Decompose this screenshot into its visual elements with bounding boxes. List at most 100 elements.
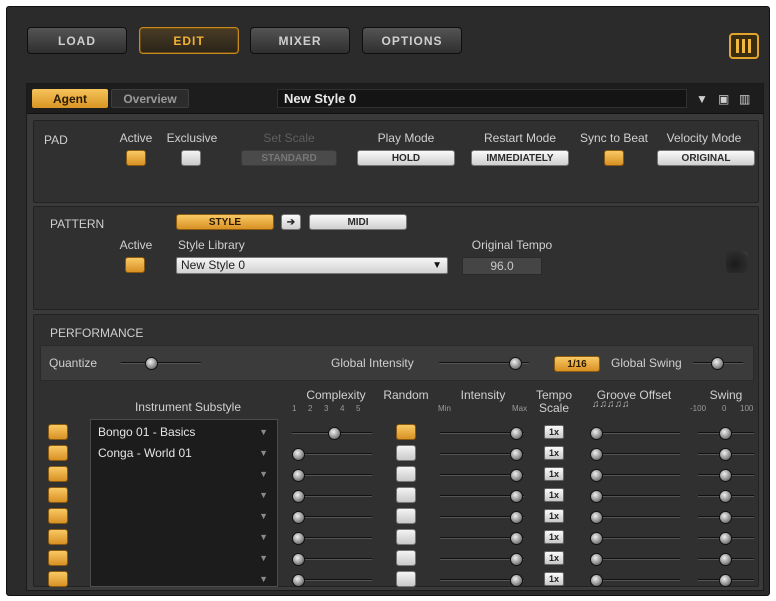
swing-slider[interactable] xyxy=(698,427,754,440)
complexity-slider[interactable] xyxy=(292,574,372,587)
tempo-scale-button[interactable]: 1x xyxy=(544,509,564,523)
slider-knob[interactable] xyxy=(719,511,732,524)
slider-knob[interactable] xyxy=(292,574,305,587)
slider-knob[interactable] xyxy=(719,574,732,587)
intensity-slider[interactable] xyxy=(440,427,524,440)
groove-offset-slider[interactable] xyxy=(590,532,680,545)
slider-knob[interactable] xyxy=(590,490,603,503)
slider-knob[interactable] xyxy=(719,448,732,461)
slider-knob[interactable] xyxy=(590,448,603,461)
exclusive-toggle[interactable] xyxy=(181,150,201,166)
random-toggle[interactable] xyxy=(396,487,416,503)
arrow-right-icon[interactable]: ➔ xyxy=(281,214,301,230)
instrument-active-toggle[interactable] xyxy=(48,466,68,482)
slider-knob[interactable] xyxy=(510,511,523,524)
midi-button[interactable]: MIDI xyxy=(309,214,407,230)
complexity-slider[interactable] xyxy=(292,511,372,524)
instrument-active-toggle[interactable] xyxy=(48,550,68,566)
random-toggle[interactable] xyxy=(396,508,416,524)
instrument-substyle-select[interactable]: Conga - World 01 ▼ xyxy=(94,443,272,463)
groove-offset-slider[interactable] xyxy=(590,490,680,503)
complexity-slider[interactable] xyxy=(292,448,372,461)
groove-offset-slider[interactable] xyxy=(590,511,680,524)
instrument-active-toggle[interactable] xyxy=(48,529,68,545)
instrument-active-toggle[interactable] xyxy=(48,508,68,524)
slider-knob[interactable] xyxy=(510,448,523,461)
instrument-substyle-select[interactable]: ▼ xyxy=(94,485,272,505)
tempo-scale-button[interactable]: 1x xyxy=(544,425,564,439)
slider-knob[interactable] xyxy=(510,469,523,482)
pattern-active-toggle[interactable] xyxy=(125,257,145,273)
slider-knob[interactable] xyxy=(292,532,305,545)
triangle-down-icon[interactable]: ▼ xyxy=(696,92,708,106)
random-toggle[interactable] xyxy=(396,445,416,461)
scale-button[interactable]: STANDARD xyxy=(241,150,337,166)
groove-offset-slider[interactable] xyxy=(590,448,680,461)
slider-knob[interactable] xyxy=(509,357,522,370)
keyboard-logo-button[interactable] xyxy=(729,33,759,59)
drop-zone-icon[interactable] xyxy=(726,251,748,273)
slider-knob[interactable] xyxy=(719,490,732,503)
slider-knob[interactable] xyxy=(292,448,305,461)
intensity-slider[interactable] xyxy=(440,532,524,545)
groove-offset-slider[interactable] xyxy=(590,574,680,587)
slider-knob[interactable] xyxy=(510,490,523,503)
slider-knob[interactable] xyxy=(510,553,523,566)
complexity-slider[interactable] xyxy=(292,553,372,566)
slider-knob[interactable] xyxy=(711,357,724,370)
instrument-substyle-select[interactable]: ▼ xyxy=(94,464,272,484)
instrument-substyle-select[interactable]: ▼ xyxy=(94,527,272,547)
swing-slider[interactable] xyxy=(698,532,754,545)
style-name-field[interactable]: New Style 0 xyxy=(277,89,687,108)
mixer-button[interactable]: MIXER xyxy=(250,27,350,54)
instrument-substyle-select[interactable]: ▼ xyxy=(94,506,272,526)
save-icon[interactable]: ▣ xyxy=(718,92,729,106)
play-mode-button[interactable]: HOLD xyxy=(357,150,455,166)
instrument-active-toggle[interactable] xyxy=(48,445,68,461)
tempo-scale-button[interactable]: 1x xyxy=(544,572,564,586)
intensity-slider[interactable] xyxy=(440,574,524,587)
instrument-substyle-select[interactable]: Bongo 01 - Basics ▼ xyxy=(94,422,272,442)
random-toggle[interactable] xyxy=(396,466,416,482)
slider-knob[interactable] xyxy=(719,532,732,545)
slider-knob[interactable] xyxy=(590,469,603,482)
style-library-dropdown[interactable]: New Style 0 ▼ xyxy=(176,257,448,274)
load-button[interactable]: LOAD xyxy=(27,27,127,54)
swing-slider[interactable] xyxy=(698,469,754,482)
slider-knob[interactable] xyxy=(590,553,603,566)
intensity-slider[interactable] xyxy=(440,448,524,461)
groove-offset-slider[interactable] xyxy=(590,469,680,482)
instrument-substyle-select[interactable]: ▼ xyxy=(94,548,272,568)
slider-knob[interactable] xyxy=(510,574,523,587)
options-button[interactable]: OPTIONS xyxy=(362,27,462,54)
complexity-slider[interactable] xyxy=(292,469,372,482)
slider-knob[interactable] xyxy=(145,357,158,370)
trash-icon[interactable]: ▥ xyxy=(739,92,750,106)
intensity-slider[interactable] xyxy=(440,490,524,503)
swing-slider[interactable] xyxy=(698,553,754,566)
global-intensity-slider[interactable] xyxy=(439,357,529,370)
complexity-slider[interactable] xyxy=(292,532,372,545)
slider-knob[interactable] xyxy=(590,511,603,524)
slider-knob[interactable] xyxy=(292,511,305,524)
grid-button[interactable]: 1/16 xyxy=(554,356,600,372)
tab-agent[interactable]: Agent xyxy=(32,89,108,108)
intensity-slider[interactable] xyxy=(440,511,524,524)
tempo-scale-button[interactable]: 1x xyxy=(544,446,564,460)
random-toggle[interactable] xyxy=(396,550,416,566)
slider-knob[interactable] xyxy=(292,490,305,503)
slider-knob[interactable] xyxy=(590,574,603,587)
restart-mode-button[interactable]: IMMEDIATELY xyxy=(471,150,569,166)
complexity-slider[interactable] xyxy=(292,427,372,440)
tempo-scale-button[interactable]: 1x xyxy=(544,467,564,481)
velocity-mode-button[interactable]: ORIGINAL xyxy=(657,150,755,166)
slider-knob[interactable] xyxy=(510,532,523,545)
slider-knob[interactable] xyxy=(328,427,341,440)
tempo-scale-button[interactable]: 1x xyxy=(544,551,564,565)
swing-slider[interactable] xyxy=(698,448,754,461)
swing-slider[interactable] xyxy=(698,574,754,587)
random-toggle[interactable] xyxy=(396,571,416,587)
swing-slider[interactable] xyxy=(698,490,754,503)
slider-knob[interactable] xyxy=(719,427,732,440)
style-button[interactable]: STYLE xyxy=(176,214,274,230)
